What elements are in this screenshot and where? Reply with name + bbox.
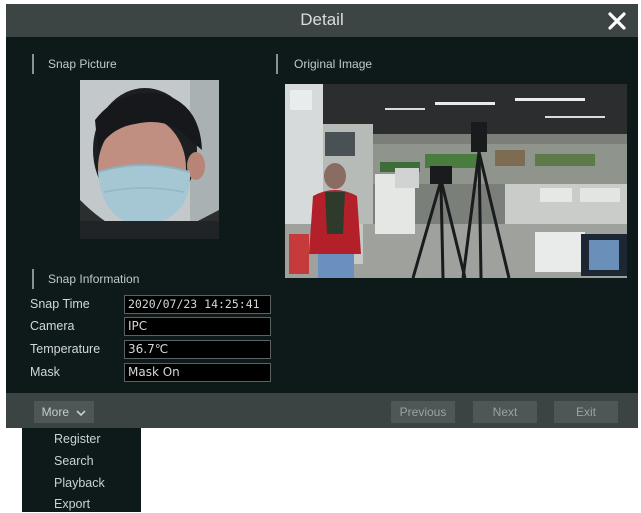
more-button[interactable]: More (34, 401, 94, 423)
original-image (285, 84, 627, 278)
more-menu: Register Search Playback Export (22, 428, 141, 512)
footer-bar: More Previous Next Exit (6, 393, 638, 428)
camera-label: Camera (30, 319, 75, 333)
mask-field: Mask On (124, 363, 271, 382)
more-label: More (41, 405, 69, 419)
snap-picture (80, 80, 219, 239)
snap-time-row: Snap Time 2020/07/23 14:25:41 (30, 295, 274, 314)
close-icon (608, 12, 626, 30)
snap-time-field: 2020/07/23 14:25:41 (124, 295, 271, 314)
temperature-label: Temperature (30, 342, 101, 356)
title-bar: Detail (6, 4, 638, 37)
close-button[interactable] (606, 6, 630, 34)
camera-row: Camera IPC (30, 317, 274, 336)
menu-item-export[interactable]: Export (54, 497, 90, 511)
previous-button[interactable]: Previous (391, 401, 455, 423)
menu-item-register[interactable]: Register (54, 432, 101, 446)
temperature-field: 36.7℃ (124, 340, 271, 359)
exit-button[interactable]: Exit (554, 401, 618, 423)
snap-time-label: Snap Time (30, 297, 90, 311)
dialog-title: Detail (300, 10, 344, 29)
mask-row: Mask Mask On (30, 363, 274, 382)
mask-label: Mask (30, 365, 60, 379)
camera-field: IPC (124, 317, 271, 336)
menu-item-playback[interactable]: Playback (54, 476, 105, 490)
chevron-down-icon (76, 410, 86, 416)
temperature-row: Temperature 36.7℃ (30, 340, 274, 359)
next-button[interactable]: Next (473, 401, 537, 423)
menu-item-search[interactable]: Search (54, 454, 94, 468)
detail-dialog: Detail Snap Picture Original Image Snap … (6, 4, 638, 428)
